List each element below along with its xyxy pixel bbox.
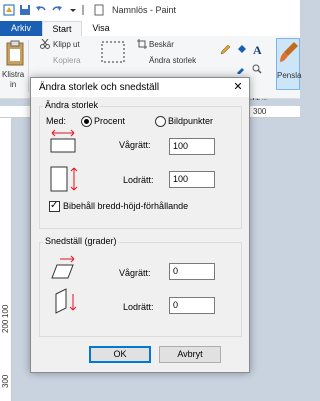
horizontal-skew-icon — [51, 255, 75, 279]
ribbon-tabs: Arkiv Start Visa — [0, 21, 300, 36]
resize-group-label: Ändra storlek — [43, 100, 101, 110]
resize-horizontal-input[interactable]: 100 — [169, 138, 215, 155]
brushes-button[interactable]: Pensla — [276, 38, 302, 90]
pixels-label[interactable]: Bildpunkter — [168, 116, 213, 126]
scissors-icon[interactable] — [40, 39, 50, 49]
pencil-icon[interactable] — [220, 45, 230, 55]
ruler-mark: 100 — [1, 304, 10, 318]
document-icon — [94, 4, 104, 16]
resize-horizontal-label: Vågrätt: — [119, 140, 151, 150]
magnifier-icon[interactable] — [252, 64, 262, 74]
ruler-mark: 300 — [1, 374, 10, 388]
resize-by-label: Med: — [46, 116, 67, 126]
ribbon-divider — [28, 40, 29, 92]
text-icon[interactable]: A — [252, 43, 264, 55]
resize-vertical-label: Lodrätt: — [123, 175, 154, 185]
tab-file[interactable]: Arkiv — [0, 21, 42, 36]
percent-radio[interactable] — [81, 116, 92, 127]
cancel-button[interactable]: Avbryt — [159, 346, 221, 363]
title-bar: Namnlös - Paint — [0, 0, 300, 21]
skew-vertical-label: Lodrätt: — [123, 302, 154, 312]
tab-home[interactable]: Start — [42, 21, 82, 36]
svg-text:A: A — [253, 43, 262, 55]
cut-label[interactable]: Klipp ut — [53, 40, 80, 49]
brushes-label: Pensla — [277, 71, 302, 80]
color-picker-icon[interactable] — [236, 64, 246, 74]
resize-vertical-input[interactable]: 100 — [169, 171, 215, 188]
dropdown-arrow-icon[interactable] — [67, 4, 79, 16]
paste-label[interactable]: Klistra — [2, 70, 24, 79]
fill-icon[interactable] — [236, 45, 246, 55]
close-button[interactable]: ✕ — [227, 78, 249, 97]
pixels-radio[interactable] — [155, 116, 166, 127]
paste-in-label[interactable]: in — [10, 80, 16, 89]
crop-icon[interactable] — [137, 39, 147, 49]
skew-group-label: Snedställ (grader) — [43, 236, 119, 246]
crop-label[interactable]: Beskär — [149, 40, 174, 49]
tab-view[interactable]: Visa — [82, 21, 120, 36]
copy-label[interactable]: Kopiera — [53, 56, 81, 65]
dialog-title: Ändra storlek och snedställ — [39, 82, 160, 93]
save-icon[interactable] — [19, 4, 31, 16]
brush-icon — [280, 42, 298, 62]
ruler-mark: 200 — [1, 319, 10, 333]
ok-button[interactable]: OK — [89, 346, 151, 363]
select-icon[interactable] — [101, 41, 125, 63]
checkmark-icon: ✓ — [50, 200, 59, 211]
undo-icon[interactable] — [35, 4, 47, 16]
keep-ratio-label[interactable]: Bibehåll bredd-höjd-förhållande — [63, 201, 188, 211]
clipboard-icon[interactable] — [5, 39, 25, 67]
horizontal-resize-icon — [50, 129, 76, 153]
ruler-mark: 300 — [253, 107, 267, 116]
skew-horizontal-input[interactable]: 0 — [169, 263, 215, 280]
redo-icon[interactable] — [51, 4, 63, 16]
skew-vertical-input[interactable]: 0 — [169, 297, 215, 314]
keep-ratio-checkbox[interactable]: ✓ — [49, 200, 60, 212]
dialog-title-bar: Ändra storlek och snedställ ✕ — [31, 78, 249, 97]
skew-horizontal-label: Vågrätt: — [119, 268, 151, 278]
ruler-vertical: 100 200 300 — [0, 118, 12, 401]
resize-skew-dialog: Ändra storlek och snedställ ✕ Ändra stor… — [30, 77, 250, 373]
paint-app-icon — [3, 4, 15, 16]
percent-label[interactable]: Procent — [94, 116, 125, 126]
separator-icon — [82, 5, 84, 15]
window-title: Namnlös - Paint — [112, 5, 177, 15]
vertical-skew-icon — [55, 288, 77, 314]
vertical-resize-icon — [50, 166, 78, 192]
resize-label[interactable]: Ändra storlek — [149, 56, 196, 65]
